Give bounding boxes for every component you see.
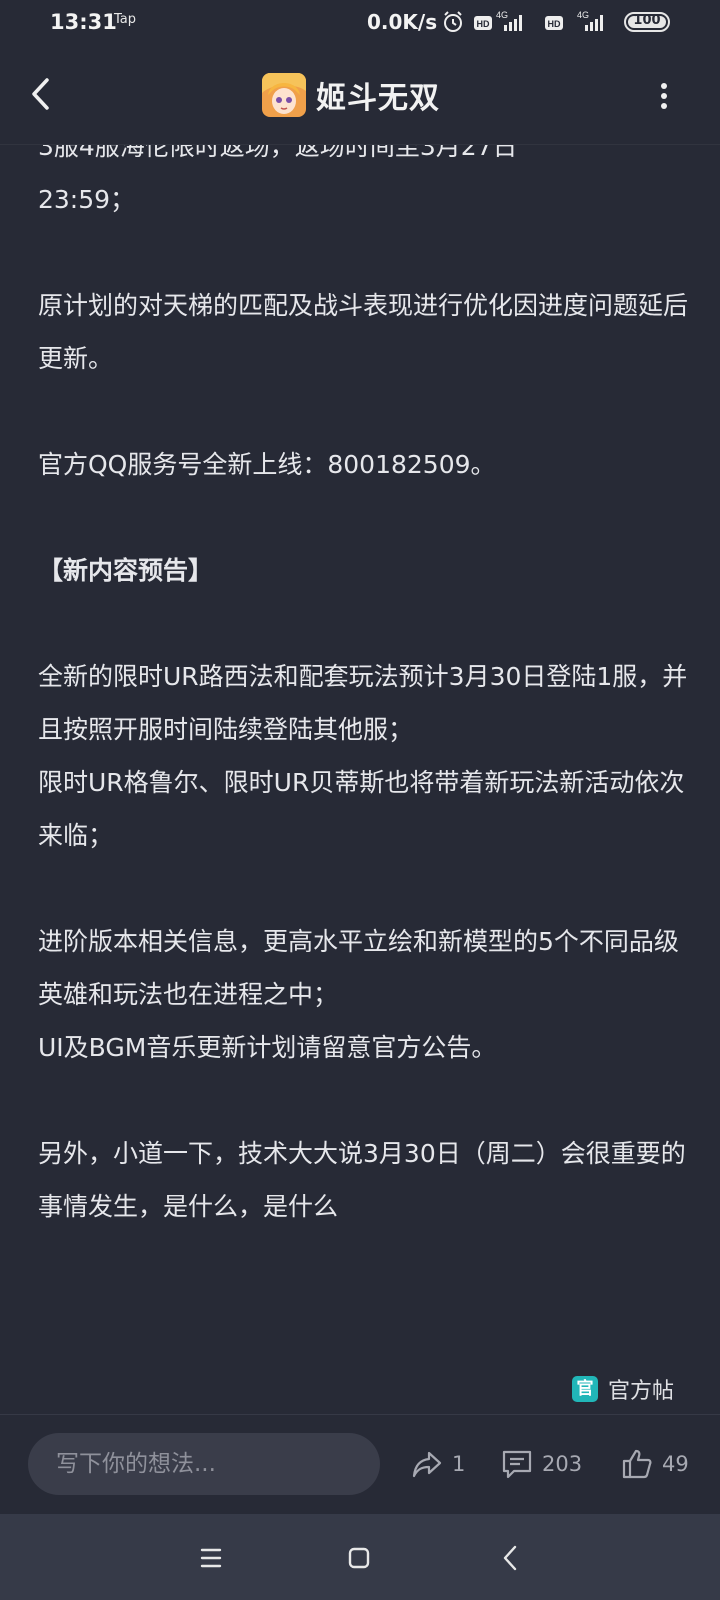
home-button[interactable] [337,1536,381,1580]
app-header: 姬斗无双 [0,44,720,145]
official-badge: 官 [571,1376,598,1402]
more-button[interactable] [654,78,674,114]
status-bar: 13:31 Tap 0.0K/s HD 4G HD 4G 100 [0,0,720,44]
status-time: 13:31 [50,10,117,34]
system-nav-bar [0,1514,720,1600]
signal-4g-icon: HD 4G [545,10,611,38]
official-post-tag: 官 官方帖 [571,1373,674,1405]
svg-text:4G: 4G [496,10,508,20]
home-square-icon [348,1547,370,1569]
page-title: 姬斗无双 [316,81,440,116]
alarm-icon [441,10,465,38]
system-back-button[interactable] [489,1536,533,1580]
recent-apps-button[interactable] [189,1536,233,1580]
article-body: 3服4服海伦限时返场，返场时间至3月27日 23:59； 原计划的对天梯的匹配及… [0,144,720,1414]
back-chevron-icon [503,1545,517,1571]
comment-input[interactable] [28,1433,380,1495]
comment-count: 203 [542,1452,583,1476]
network-speed: 0.0K/s [367,10,438,34]
menu-icon [200,1548,222,1568]
article-paragraph: 进阶版本相关信息，更高水平立绘和新模型的5个不同品级英雄和玩法也在进程之中； U… [38,927,679,1062]
article-paragraph: 原计划的对天梯的匹配及战斗表现进行优化因进度问题延后更新。 [38,291,689,373]
article-paragraph: 另外，小道一下，技术大大说3月30日（周二）会很重要的事情发生，是什么，是什么 [38,1139,686,1221]
chevron-left-icon [32,78,49,110]
battery-icon: 100 [624,12,670,32]
svg-text:4G: 4G [577,10,589,20]
like-button[interactable]: 49 [620,1439,689,1489]
share-count: 1 [452,1452,466,1476]
svg-text:HD: HD [477,19,490,29]
comment-button[interactable]: 203 [500,1439,582,1489]
more-vertical-icon [661,83,667,109]
svg-text:HD: HD [548,19,561,29]
article-paragraph: 23:59； [38,185,136,214]
like-count: 49 [662,1452,689,1476]
title-group: 姬斗无双 [262,72,440,118]
comment-icon [502,1450,532,1479]
article-section-heading: 【新内容预告】 [38,556,214,585]
thumbs-up-icon [622,1449,652,1479]
status-tag: Tap [114,12,137,27]
bottom-action-bar: 1 203 49 [0,1414,720,1515]
article-paragraph: 官方QQ服务号全新上线：800182509。 [38,450,496,479]
official-label: 官方帖 [607,1379,674,1404]
game-avatar [262,73,306,117]
signal-4g-icon: HD 4G [474,10,526,38]
share-button[interactable]: 1 [410,1439,465,1489]
back-button[interactable] [22,74,62,114]
article-paragraph: 全新的限时UR路西法和配套玩法预计3月30日登陆1服，并且按照开服时间陆续登陆其… [38,662,688,850]
share-icon [412,1451,442,1478]
battery-level: 100 [633,13,661,28]
article-cut-line: 3服4服海伦限时返场，返场时间至3月27日 [38,144,518,161]
